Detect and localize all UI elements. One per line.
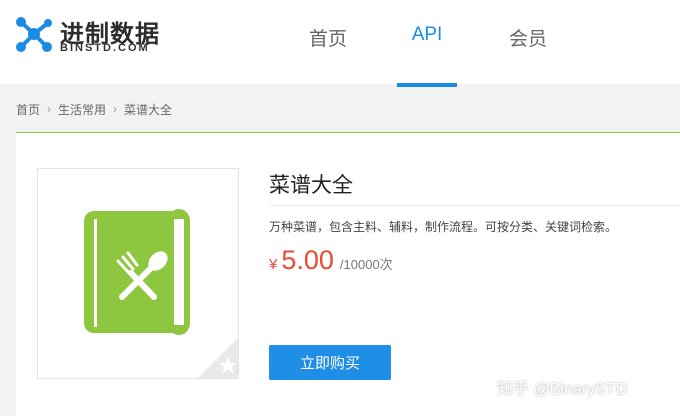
title-divider: [269, 205, 680, 206]
logo-subtitle: BINSTD.COM: [60, 42, 150, 54]
price-unit: /10000次: [339, 257, 393, 272]
product-image: [37, 168, 239, 379]
price-value: 5.00: [281, 245, 334, 275]
site-logo[interactable]: 进制数据 BINSTD.COM: [14, 12, 164, 62]
chevron-right-icon: ›: [113, 102, 118, 116]
breadcrumb: 首页 › 生活常用 › 菜谱大全: [16, 98, 172, 120]
watermark: 知乎 @BinarySTD: [497, 381, 628, 398]
nav-home[interactable]: 首页: [306, 24, 350, 84]
product-description: 万种菜谱，包含主料、辅料，制作流程。可按分类、关键词检索。: [269, 220, 618, 234]
breadcrumb-home[interactable]: 首页: [16, 101, 40, 118]
chevron-right-icon: ›: [47, 102, 52, 116]
molecule-logo-icon: [16, 17, 52, 52]
product-card: 菜谱大全 万种菜谱，包含主料、辅料，制作流程。可按分类、关键词检索。 ¥ 5.0…: [16, 133, 680, 416]
price-row: ¥ 5.00 /10000次: [269, 245, 393, 281]
top-header: 进制数据 BINSTD.COM 首页 API 会员: [0, 0, 680, 87]
buy-now-button[interactable]: 立即购买: [269, 345, 391, 380]
breadcrumb-current: 菜谱大全: [124, 102, 173, 117]
breadcrumb-life[interactable]: 生活常用: [58, 101, 106, 118]
price-currency: ¥: [269, 256, 278, 273]
star-icon: [198, 338, 238, 378]
recipe-book-icon: [84, 209, 190, 335]
nav-api[interactable]: API: [397, 24, 457, 87]
product-title: 菜谱大全: [269, 174, 353, 197]
nav-member[interactable]: 会员: [506, 24, 550, 84]
